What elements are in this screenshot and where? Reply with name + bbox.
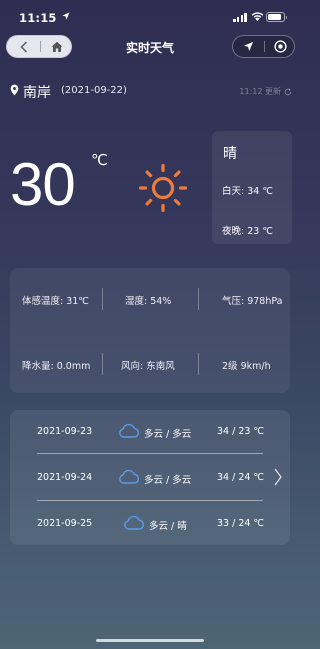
home-indicator[interactable] — [96, 639, 204, 642]
cloud-icon — [119, 423, 140, 438]
status-bar: 11:15 — [0, 0, 300, 34]
forecast-date: 2021-09-25 — [37, 518, 93, 529]
location-icon — [243, 41, 254, 52]
forecast-temp: 33 / 24 ℃ — [217, 518, 265, 529]
humidity: 湿度: 54% — [125, 296, 172, 307]
update-time: 11:12 更新 — [239, 87, 281, 96]
location-arrow-icon — [62, 12, 70, 20]
sun-icon — [138, 163, 188, 213]
forecast-condition: 多云 / 晴 — [149, 521, 187, 532]
forecast-row: 2021-09-23 多云 / 多云 34 / 23 ℃ — [10, 422, 290, 442]
precipitation: 降水量: 0.0mm — [22, 361, 91, 372]
current-temperature: 30 — [10, 151, 76, 218]
forecast-date: 2021-09-24 — [37, 472, 93, 483]
forecast-date: 2021-09-23 — [37, 426, 93, 437]
location-date: (2021-09-22) — [61, 85, 127, 96]
battery-fill — [268, 14, 281, 20]
forecast-divider — [37, 453, 263, 454]
wind-direction: 风向: 东南风 — [121, 361, 175, 372]
detail-divider — [102, 288, 103, 310]
forecast-condition: 多云 / 多云 — [144, 475, 192, 486]
detail-divider — [102, 353, 103, 375]
close-button[interactable] — [265, 36, 296, 57]
forecast-row: 2021-09-24 多云 / 多云 34 / 24 ℃ — [10, 468, 290, 488]
status-time: 11:15 — [19, 11, 57, 25]
detail-divider — [198, 288, 199, 310]
forecast-temp: 34 / 23 ℃ — [217, 426, 265, 437]
chevron-right-icon[interactable] — [273, 467, 283, 487]
location-name: 南岸 — [23, 85, 51, 101]
battery-icon — [266, 12, 287, 22]
forecast-condition: 多云 / 多云 — [144, 429, 192, 440]
forecast-temp: 34 / 24 ℃ — [217, 472, 265, 483]
location-button[interactable] — [233, 36, 264, 57]
detail-divider — [198, 353, 199, 375]
cloud-icon — [124, 515, 145, 530]
today-night-temp: 夜晚: 23 ℃ — [222, 226, 273, 237]
feels-like: 体感温度: 31℃ — [22, 296, 89, 307]
temperature-unit: ℃ — [91, 151, 108, 169]
refresh-icon — [284, 88, 292, 95]
map-pin-icon — [10, 84, 19, 96]
cloud-icon — [119, 469, 140, 484]
pressure: 气压: 978hPa — [222, 296, 283, 307]
weather-details-card: 体感温度: 31℃ 湿度: 54% 气压: 978hPa 降水量: 0.0mm … — [10, 268, 290, 393]
signal-icon — [233, 13, 247, 22]
forecast-row: 2021-09-25 多云 / 晴 33 / 24 ℃ — [10, 514, 290, 534]
today-summary-card: 晴 白天: 34 ℃ 夜晚: 23 ℃ — [212, 131, 292, 244]
forecast-divider — [37, 500, 263, 501]
wifi-icon — [251, 12, 264, 22]
forecast-card[interactable]: 2021-09-23 多云 / 多云 34 / 23 ℃ 2021-09-24 … — [10, 410, 290, 545]
close-target-icon — [274, 40, 287, 53]
today-day-temp: 白天: 34 ℃ — [222, 186, 273, 197]
today-condition: 晴 — [223, 146, 237, 162]
update-info[interactable]: 11:12 更新 — [239, 86, 292, 97]
mini-program-capsule — [232, 35, 295, 58]
wind-level: 2级 9km/h — [222, 361, 271, 372]
